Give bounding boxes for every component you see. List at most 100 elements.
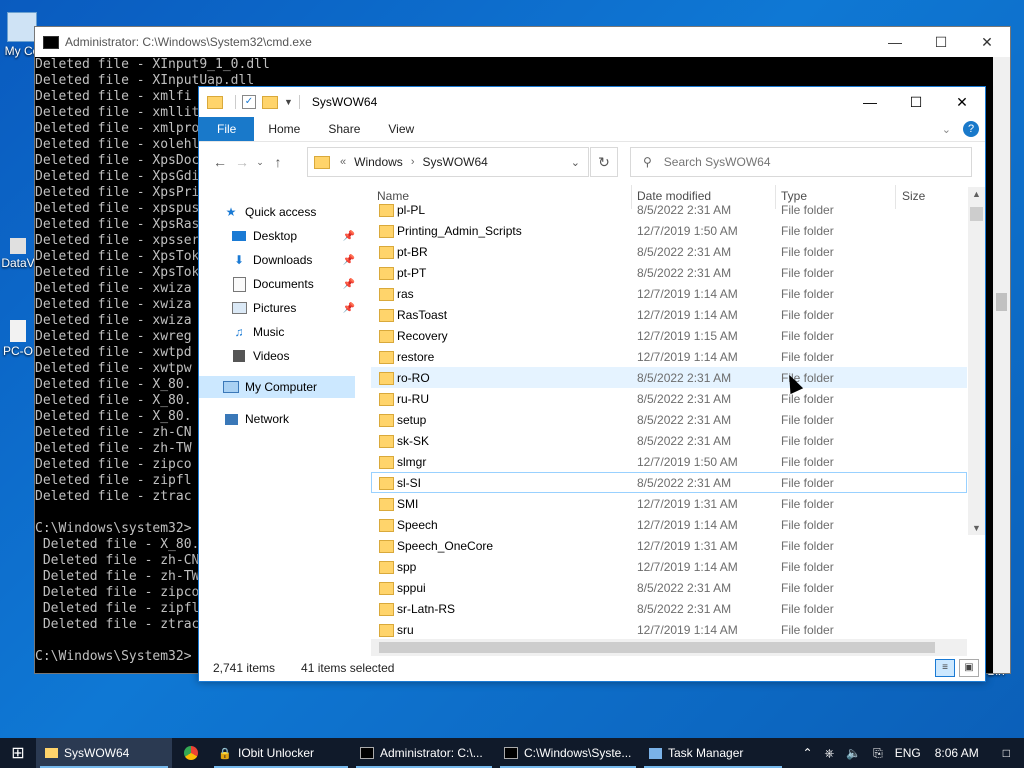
chevron-right-icon[interactable]: ›	[411, 156, 415, 168]
bluetooth-icon[interactable]: ⎈	[825, 746, 835, 761]
file-type: File folder	[781, 539, 834, 553]
file-row[interactable]: ras 12/7/2019 1:14 AM File folder	[371, 283, 967, 304]
file-row[interactable]: sl-SI 8/5/2022 2:31 AM File folder	[371, 472, 967, 493]
file-row[interactable]: pl-PL 8/5/2022 2:31 AM File folder	[371, 199, 967, 220]
breadcrumb-syswow64[interactable]: SysWOW64	[422, 155, 487, 169]
taskbar-item-task-manager[interactable]: Task Manager	[640, 738, 786, 768]
minimize-button[interactable]: —	[847, 87, 893, 117]
large-icons-view-icon[interactable]: ▣	[959, 659, 979, 677]
cmd-icon	[360, 746, 374, 760]
file-row[interactable]: ro-RO 8/5/2022 2:31 AM File folder	[371, 367, 967, 388]
nav-music[interactable]: ♫ Music	[231, 321, 285, 343]
taskbar-item-chrome[interactable]	[172, 738, 210, 768]
chevron-down-icon[interactable]: ▼	[284, 97, 293, 107]
pin-icon[interactable]: 📌	[343, 303, 355, 314]
file-row[interactable]: Speech_OneCore 12/7/2019 1:31 AM File fold…	[371, 535, 967, 556]
expand-ribbon-icon[interactable]: ⌄	[942, 123, 951, 136]
tab-file[interactable]: File	[199, 117, 255, 141]
network-icon[interactable]: ⎘	[873, 746, 883, 761]
file-row[interactable]: restore 12/7/2019 1:14 AM File folder	[371, 346, 967, 367]
explorer-window[interactable]: ✓ ▼ SysWOW64 — ☐ ✕ File Home Share View …	[198, 86, 986, 682]
close-button[interactable]: ✕	[964, 27, 1010, 57]
chevron-up-icon[interactable]: ⌃	[802, 746, 812, 760]
forward-icon[interactable]: →	[231, 154, 253, 170]
file-row[interactable]: sppui 8/5/2022 2:31 AM File folder	[371, 577, 967, 598]
file-row[interactable]: SMI 12/7/2019 1:31 AM File folder	[371, 493, 967, 514]
tab-view[interactable]: View	[374, 117, 428, 141]
taskbar-item-cmd-admin[interactable]: Administrator: C:\...	[352, 738, 496, 768]
folder-icon	[379, 435, 394, 448]
file-row[interactable]: Recovery 12/7/2019 1:15 AM File folder	[371, 325, 967, 346]
horizontal-scrollbar[interactable]	[371, 639, 967, 656]
file-row[interactable]: setup 8/5/2022 2:31 AM File folder	[371, 409, 967, 430]
file-row[interactable]: pt-PT 8/5/2022 2:31 AM File folder	[371, 262, 967, 283]
cmd-scrollbar[interactable]	[993, 57, 1010, 673]
search-box[interactable]: ⚲	[630, 147, 972, 177]
details-view-icon[interactable]: ≡	[935, 659, 955, 677]
back-icon[interactable]: ←	[209, 154, 231, 170]
chevron-down-icon[interactable]: ⌄	[571, 156, 580, 169]
explorer-titlebar[interactable]: ✓ ▼ SysWOW64 — ☐ ✕	[199, 87, 985, 117]
file-name: sl-SI	[397, 476, 421, 490]
file-row[interactable]: sk-SK 8/5/2022 2:31 AM File folder	[371, 430, 967, 451]
file-row[interactable]: sru 12/7/2019 1:14 AM File folder	[371, 619, 967, 640]
volume-icon[interactable]: 🔈	[846, 746, 861, 760]
search-input[interactable]	[661, 154, 926, 170]
nav-network[interactable]: Network	[223, 408, 289, 430]
folder-icon	[207, 95, 223, 109]
nav-quick-access[interactable]: ★ Quick access	[223, 201, 317, 223]
taskbar-item-explorer[interactable]: SysWOW64	[36, 738, 172, 768]
file-row[interactable]: pt-BR 8/5/2022 2:31 AM File folder	[371, 241, 967, 262]
recent-locations-icon[interactable]: ⌄	[253, 157, 267, 168]
up-icon[interactable]: ↑	[267, 154, 289, 170]
pin-icon[interactable]: 📌	[343, 279, 355, 290]
file-name: Printing_Admin_Scripts	[397, 224, 522, 238]
cmd-icon	[43, 35, 59, 49]
scroll-thumb[interactable]	[379, 642, 935, 653]
refresh-button[interactable]: ↻	[590, 147, 618, 177]
language-indicator[interactable]: ENG	[895, 746, 921, 760]
file-row[interactable]: ru-RU 8/5/2022 2:31 AM File folder	[371, 388, 967, 409]
properties-icon[interactable]: ✓	[242, 95, 256, 109]
taskbar-item-iobit[interactable]: 🔒 IObit Unlocker	[210, 738, 352, 768]
taskbar-item-cmd[interactable]: C:\Windows\Syste...	[496, 738, 640, 768]
nav-desktop[interactable]: Desktop 📌	[231, 225, 355, 247]
file-row[interactable]: sr-Latn-RS 8/5/2022 2:31 AM File folder	[371, 598, 967, 619]
file-row[interactable]: spp 12/7/2019 1:14 AM File folder	[371, 556, 967, 577]
nav-documents[interactable]: Documents 📌	[231, 273, 355, 295]
maximize-button[interactable]: ☐	[918, 27, 964, 57]
nav-downloads[interactable]: ⬇ Downloads 📌	[231, 249, 355, 271]
tab-share[interactable]: Share	[314, 117, 374, 141]
breadcrumb-windows[interactable]: Windows	[354, 155, 403, 169]
clock[interactable]: 8:06 AM	[935, 746, 979, 760]
scroll-thumb[interactable]	[970, 207, 983, 221]
file-row[interactable]: slmgr 12/7/2019 1:50 AM File folder	[371, 451, 967, 472]
file-type: File folder	[781, 455, 834, 469]
nav-pictures[interactable]: Pictures 📌	[231, 297, 355, 319]
help-icon[interactable]: ?	[963, 121, 979, 137]
file-date: 12/7/2019 1:14 AM	[637, 287, 738, 301]
scroll-up-icon[interactable]: ▲	[968, 189, 985, 199]
minimize-button[interactable]: —	[872, 27, 918, 57]
nav-videos[interactable]: Videos	[231, 345, 289, 367]
cmd-titlebar[interactable]: Administrator: C:\Windows\System32\cmd.e…	[35, 27, 1010, 57]
file-row[interactable]: Speech 12/7/2019 1:14 AM File folder	[371, 514, 967, 535]
tab-home[interactable]: Home	[254, 117, 314, 141]
file-row[interactable]: RasToast 12/7/2019 1:14 AM File folder	[371, 304, 967, 325]
new-folder-icon[interactable]	[262, 95, 278, 109]
file-list[interactable]: Name ⌃ Date modified Type Size pl-PL 8/5/…	[371, 185, 967, 655]
file-date: 8/5/2022 2:31 AM	[637, 266, 732, 280]
notifications-icon[interactable]: □	[1003, 746, 1010, 760]
file-row[interactable]: Printing_Admin_Scripts 12/7/2019 1:50 AM F…	[371, 220, 967, 241]
breadcrumb-overflow[interactable]: «	[340, 156, 346, 168]
scroll-thumb[interactable]	[996, 293, 1007, 311]
close-button[interactable]: ✕	[939, 87, 985, 117]
scroll-down-icon[interactable]: ▼	[968, 523, 985, 533]
start-button[interactable]: ⊞	[0, 738, 36, 768]
address-bar[interactable]: « Windows › SysWOW64 ⌄	[307, 147, 589, 177]
maximize-button[interactable]: ☐	[893, 87, 939, 117]
pin-icon[interactable]: 📌	[343, 231, 355, 242]
pin-icon[interactable]: 📌	[343, 255, 355, 266]
nav-my-computer[interactable]: My Computer	[199, 376, 355, 398]
vertical-scrollbar[interactable]: ▲ ▼	[968, 187, 985, 535]
